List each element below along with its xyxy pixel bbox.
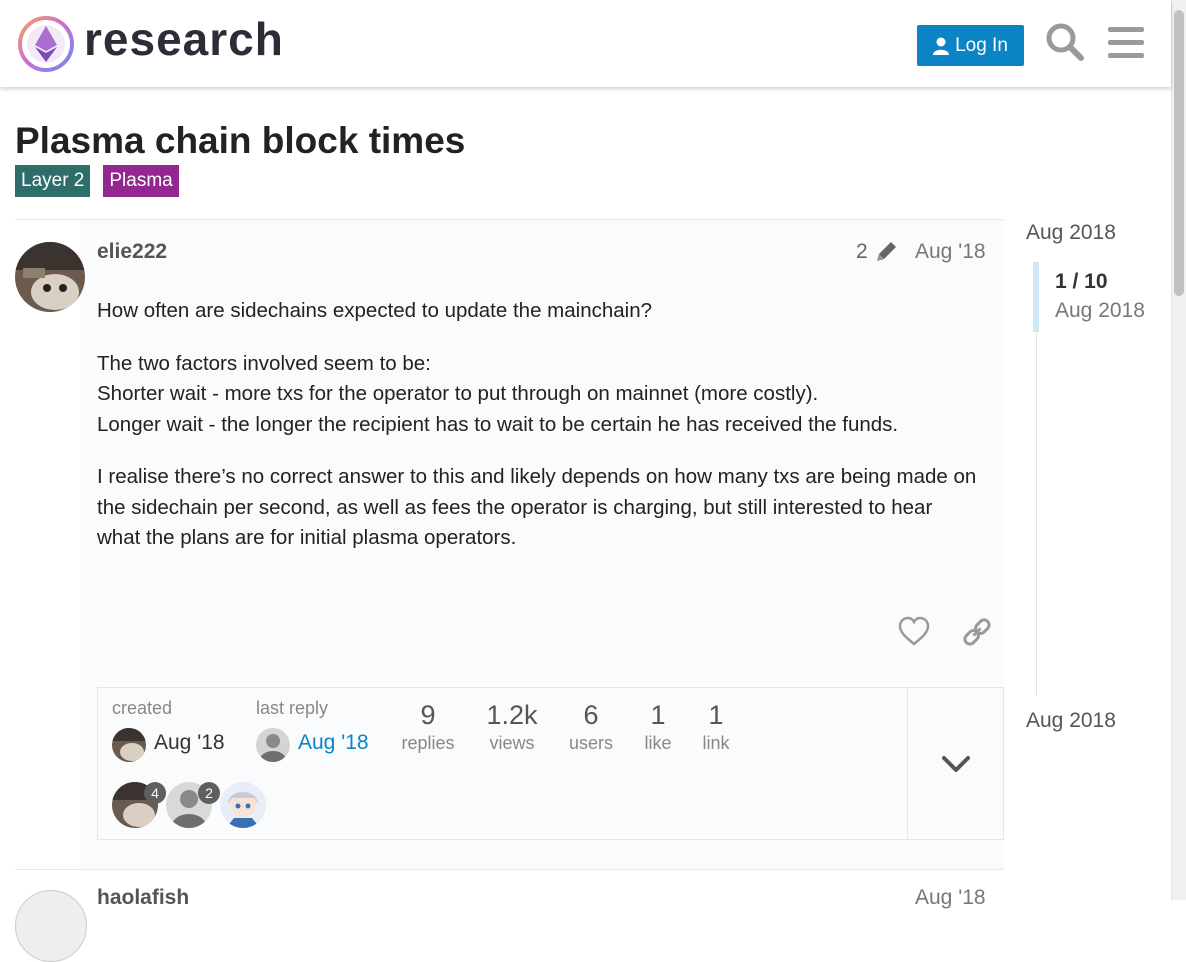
topic-map: created Aug '18 last reply Aug '18 9 rep… xyxy=(97,687,1004,840)
participant-post-count: 4 xyxy=(144,782,166,804)
edit-history[interactable]: 2 xyxy=(856,240,898,264)
post-line: The two factors involved seem to be: xyxy=(97,351,431,375)
search-icon[interactable] xyxy=(1043,20,1087,64)
tag-layer-2[interactable]: Layer 2 xyxy=(15,165,91,197)
heart-icon[interactable] xyxy=(897,615,931,649)
post-line: Shorter wait - more txs for the operator… xyxy=(97,382,819,405)
topic-title[interactable]: Plasma chain block times xyxy=(15,120,465,162)
topic-tags: Layer 2 Plasma xyxy=(15,165,179,197)
avatar[interactable] xyxy=(15,242,85,312)
post-author[interactable]: haolafish xyxy=(97,886,189,910)
research-logo-icon[interactable] xyxy=(16,14,76,74)
post-line: Longer wait - the longer the recipient h… xyxy=(97,412,899,436)
post-paragraph: The two factors involved seem to be: Sho… xyxy=(97,349,977,441)
stat-label: views xyxy=(489,733,535,753)
hamburger-menu-icon[interactable] xyxy=(1104,20,1148,64)
timeline-start-date[interactable]: Aug 2018 xyxy=(1026,221,1116,245)
scrollbar-thumb[interactable] xyxy=(1174,10,1184,296)
created-date: Aug '18 xyxy=(154,731,225,754)
login-label: Log In xyxy=(955,34,1008,56)
post-paragraph: How often are sidechains expected to upd… xyxy=(97,299,653,322)
chevron-down-icon[interactable] xyxy=(936,744,976,784)
post-date[interactable]: Aug '18 xyxy=(915,240,986,264)
stat-replies: 9 replies xyxy=(400,700,456,754)
stat-number: 1.2k xyxy=(486,700,538,730)
page-scrollbar[interactable] xyxy=(1171,0,1186,900)
stat-number: 1 xyxy=(650,700,666,730)
pencil-icon xyxy=(876,242,896,261)
link-icon[interactable] xyxy=(960,615,994,649)
divider xyxy=(15,869,1004,870)
timeline-position-date: Aug 2018 xyxy=(1055,299,1145,322)
avatar[interactable] xyxy=(15,890,87,962)
timeline-handle[interactable] xyxy=(1033,262,1039,332)
stat-views: 1.2k views xyxy=(482,700,542,754)
post-author[interactable]: elie222 xyxy=(97,240,167,264)
stat-number: 9 xyxy=(420,700,436,730)
site-header: research Log In xyxy=(0,0,1171,87)
tag-plasma[interactable]: Plasma xyxy=(103,165,179,197)
stat-label: replies xyxy=(401,733,455,753)
timeline-position: 1 / 10 xyxy=(1055,270,1108,293)
avatar[interactable] xyxy=(112,728,146,762)
stat-likes: 1 like xyxy=(640,700,676,754)
post-date[interactable]: Aug '18 xyxy=(915,886,986,910)
stat-links: 1 link xyxy=(698,700,734,754)
stat-users: 6 users xyxy=(566,700,616,754)
participant-post-count: 2 xyxy=(198,782,220,804)
last-reply-label: last reply xyxy=(256,698,329,718)
user-icon xyxy=(933,37,950,55)
post-paragraph: I realise there’s no correct answer to t… xyxy=(97,465,977,549)
login-button[interactable]: Log In xyxy=(917,25,1024,66)
edit-count: 2 xyxy=(856,240,868,263)
timeline-end-date[interactable]: Aug 2018 xyxy=(1026,709,1116,733)
divider xyxy=(907,688,908,839)
stat-label: like xyxy=(644,733,672,753)
stat-label: link xyxy=(702,733,730,753)
stat-number: 1 xyxy=(708,700,724,730)
participant-avatar[interactable] xyxy=(220,782,266,828)
logo-text[interactable]: research xyxy=(84,12,284,66)
last-reply-date[interactable]: Aug '18 xyxy=(298,731,369,755)
stat-number: 6 xyxy=(583,700,599,730)
avatar[interactable] xyxy=(256,728,290,762)
stat-label: users xyxy=(568,733,613,753)
post-body: How often are sidechains expected to upd… xyxy=(97,296,977,576)
created-label: created xyxy=(112,698,173,718)
